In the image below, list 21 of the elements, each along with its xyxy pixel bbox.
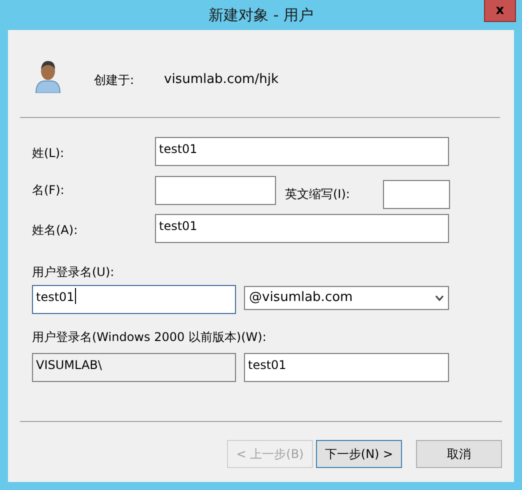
field-label: 姓名(A): — [32, 222, 79, 239]
readonly-field: VISUMLAB\ — [32, 353, 236, 382]
field-label: 英文缩写(I): — [285, 186, 351, 203]
domain-dropdown[interactable]: @visumlab.com — [244, 286, 449, 310]
wizard-button[interactable]: 下一步(N) > — [316, 440, 402, 468]
text-field[interactable]: test01 — [244, 353, 449, 382]
field-label: 用户登录名(U): — [32, 264, 116, 280]
field-label: 用户登录名(Windows 2000 以前版本)(W): — [32, 329, 268, 345]
text-field[interactable] — [383, 180, 450, 209]
text-field[interactable]: test01 — [155, 137, 449, 166]
window-title: 新建对象 - 用户 — [208, 5, 314, 26]
close-button[interactable]: x — [484, 0, 516, 22]
text-field[interactable]: test01 — [32, 285, 236, 314]
text-field[interactable] — [155, 176, 276, 205]
field-label: 姓(L): — [32, 145, 66, 162]
field-label: 创建于: — [94, 72, 136, 88]
wizard-button[interactable]: 取消 — [416, 440, 502, 468]
user-icon — [35, 60, 61, 93]
location-text: visumlab.com/hjk — [164, 72, 278, 88]
field-label: 名(F): — [32, 182, 66, 199]
text-field[interactable]: test01 — [155, 214, 449, 243]
